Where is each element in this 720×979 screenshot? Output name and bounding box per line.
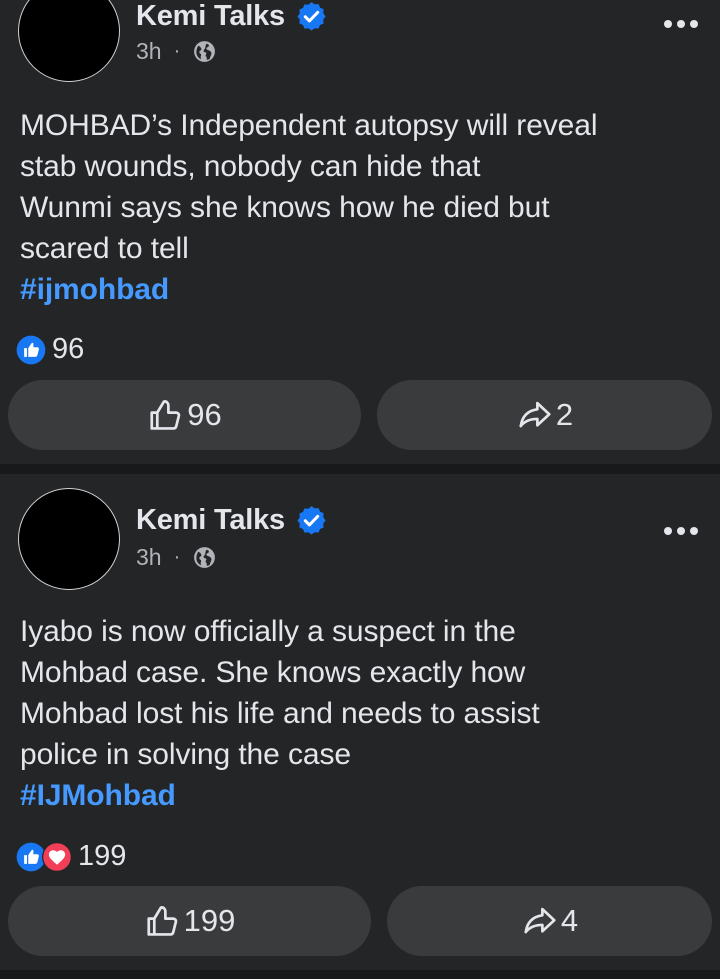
like-count: 96 [187, 397, 222, 432]
post-card: Kemi Talks 3h · Iyabo is now officially … [0, 474, 720, 970]
share-button[interactable]: 4 [387, 886, 712, 956]
more-options-icon [664, 20, 672, 28]
author-row: Kemi Talks [136, 0, 328, 33]
like-count: 199 [183, 903, 236, 938]
news-feed: Kemi Talks 3h · MOHBAD’s Independent aut… [0, 0, 720, 979]
globe-icon [194, 547, 216, 568]
post-divider [0, 970, 720, 979]
post-text-line: Mohbad case. She knows exactly how [20, 656, 526, 689]
reaction-summary[interactable]: 96 [16, 333, 84, 366]
meta-separator: · [173, 40, 181, 62]
like-reaction-icon [16, 335, 46, 364]
post-text-line: stab wounds, nobody can hide that [20, 150, 481, 183]
post-time[interactable]: 3h [136, 544, 162, 571]
author-name[interactable]: Kemi Talks [136, 0, 285, 33]
verified-badge-icon [297, 2, 326, 31]
more-options-button[interactable] [664, 527, 698, 535]
love-reaction-icon [42, 841, 72, 872]
meta-separator: · [173, 546, 181, 568]
post-text-line: MOHBAD’s Independent autopsy will reveal [20, 109, 598, 142]
avatar[interactable] [18, 0, 120, 82]
share-button[interactable]: 2 [377, 380, 712, 450]
post-meta: 3h · [136, 544, 217, 571]
reaction-summary[interactable]: 199 [16, 840, 126, 873]
share-arrow-icon [519, 401, 551, 428]
post-text-line: Iyabo is now officially a suspect in the [20, 615, 516, 648]
avatar[interactable] [18, 488, 120, 590]
reaction-count: 199 [78, 840, 127, 872]
share-count: 2 [555, 397, 574, 432]
post-text: Iyabo is now officially a suspect in the… [20, 611, 700, 816]
author-row: Kemi Talks [136, 504, 328, 537]
reaction-count: 96 [52, 333, 85, 365]
more-options-icon [664, 527, 672, 535]
post-text-line: Wunmi says she knows how he died but [20, 191, 550, 224]
hashtag-link[interactable]: #IJMohbad [20, 775, 700, 816]
like-button[interactable]: 199 [8, 886, 371, 956]
post-text: MOHBAD’s Independent autopsy will reveal… [20, 105, 700, 310]
post-card: Kemi Talks 3h · MOHBAD’s Independent aut… [0, 0, 720, 464]
post-text-line: police in solving the case [20, 738, 351, 771]
post-divider [0, 464, 720, 474]
hashtag-link[interactable]: #ijmohbad [20, 269, 700, 310]
verified-badge-icon [297, 506, 326, 535]
like-button[interactable]: 96 [8, 380, 361, 450]
post-text-line: scared to tell [20, 232, 189, 265]
thumbs-up-outline-icon [150, 400, 181, 430]
post-time[interactable]: 3h [136, 38, 162, 65]
share-count: 4 [560, 903, 579, 938]
post-meta: 3h · [136, 38, 217, 65]
globe-icon [194, 41, 216, 62]
post-text-line: Mohbad lost his life and needs to assist [20, 697, 540, 730]
share-arrow-icon [524, 907, 556, 934]
more-options-button[interactable] [664, 20, 698, 28]
thumbs-up-outline-icon [147, 906, 177, 936]
author-name[interactable]: Kemi Talks [136, 504, 285, 537]
